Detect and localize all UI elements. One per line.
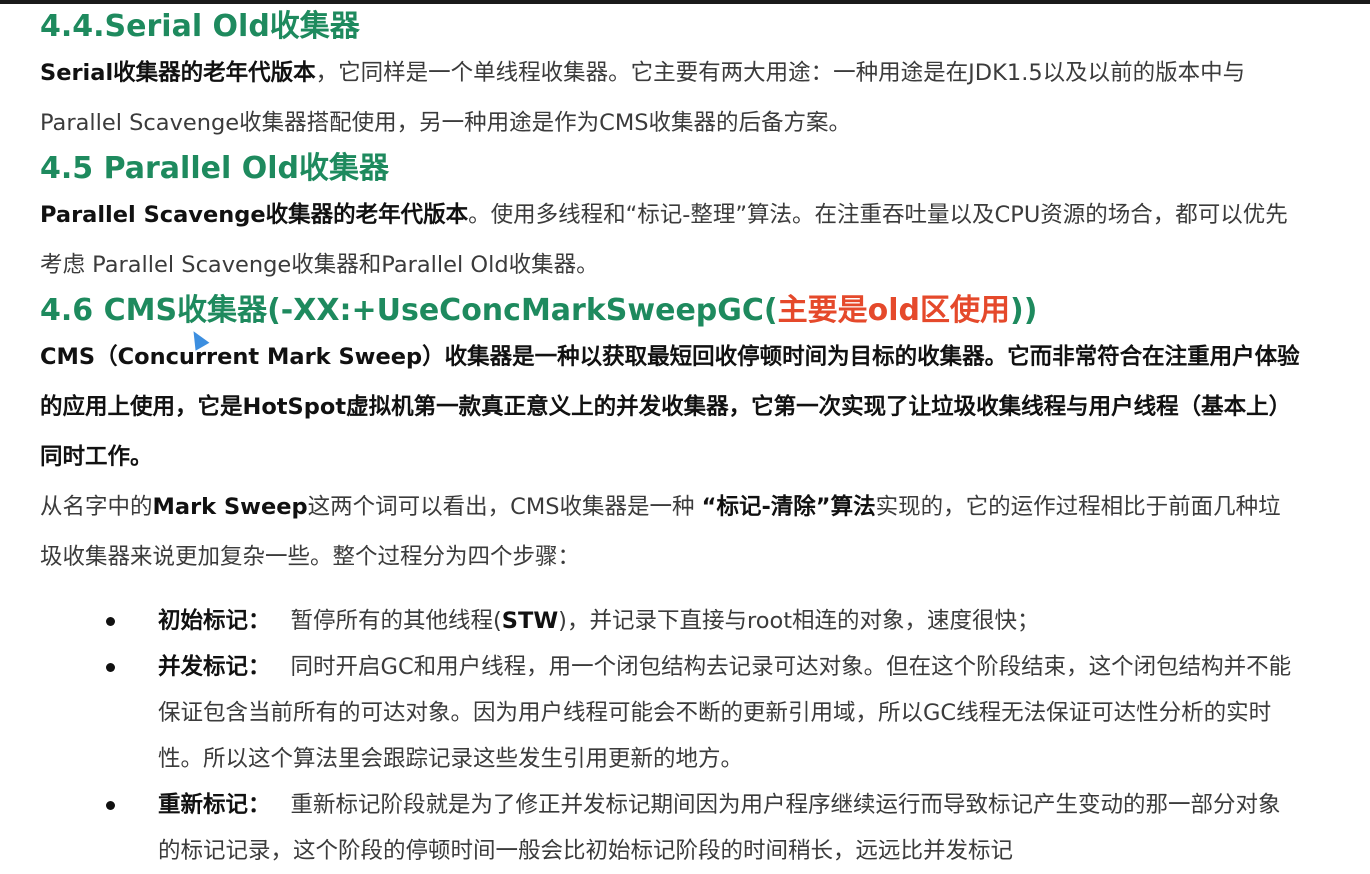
- section-heading-cms: 4.6 CMS收集器(-XX:+UseConcMarkSweepGC(主要是ol…: [40, 290, 1300, 332]
- section-heading-parallel-old: 4.5 Parallel Old收集器: [40, 151, 389, 186]
- bullet-icon: [106, 801, 115, 810]
- paragraph-parallel-old: Parallel Scavenge收集器的老年代版本。使用多线程和“标记-整理”…: [40, 190, 1300, 290]
- list-item: 初始标记： 暂停所有的其他线程(STW)，并记录下直接与root相连的对象，速度很…: [40, 598, 1300, 644]
- steps-list: 初始标记： 暂停所有的其他线程(STW)，并记录下直接与root相连的对象，速度很…: [40, 598, 1300, 874]
- paragraph-serial-old: Serial收集器的老年代版本，它同样是一个单线程收集器。它主要有两大用途：一种…: [40, 48, 1300, 148]
- list-item: 并发标记： 同时开启GC和用户线程，用一个闭包结构去记录可达对象。但在这个阶段结束…: [40, 644, 1300, 782]
- step-text: )，并记录下直接与root相连的对象，速度很快；: [558, 608, 1040, 634]
- intro-text: 从名字中的: [40, 494, 153, 520]
- step-term: 重新标记：: [158, 792, 271, 818]
- section-heading-serial-old: 4.4.Serial Old收集器: [40, 9, 360, 44]
- paragraph-cms-intro: 从名字中的Mark Sweep这两个词可以看出，CMS收集器是一种 “标记-清除…: [40, 482, 1300, 582]
- document-body: 4.4.Serial Old收集器 Serial收集器的老年代版本，它同样是一个…: [40, 6, 1300, 874]
- paragraph-lead-bold: Serial收集器的老年代版本: [40, 60, 316, 86]
- step-term: 初始标记：: [158, 608, 271, 634]
- step-text: 同时开启GC和用户线程，用一个闭包结构去记录可达对象。但在这个阶段结束，这个闭包…: [158, 654, 1292, 772]
- list-item: 重新标记： 重新标记阶段就是为了修正并发标记期间因为用户程序继续运行而导致标记产生…: [40, 782, 1300, 874]
- paragraph-lead-bold: Parallel Scavenge收集器的老年代版本: [40, 202, 469, 228]
- intro-bold: Mark Sweep: [152, 494, 308, 520]
- intro-text: 这两个词可以看出，CMS收集器是一种: [307, 494, 702, 520]
- heading-main-text: 4.6 CMS收集器(-XX:+UseConcMarkSweepGC(: [40, 293, 778, 328]
- intro-bold: “标记-清除”算法: [701, 494, 876, 520]
- bullet-icon: [106, 663, 115, 672]
- top-border: [0, 0, 1370, 4]
- paragraph-cms-bold: CMS（Concurrent Mark Sweep）收集器是一种以获取最短回收停…: [40, 344, 1300, 470]
- step-text: 暂停所有的其他线程(: [290, 608, 502, 634]
- step-text-bold: STW: [501, 608, 559, 634]
- step-text: 重新标记阶段就是为了修正并发标记期间因为用户程序继续运行而导致标记产生变动的那一…: [158, 792, 1281, 864]
- bullet-icon: [106, 617, 115, 626]
- heading-end-text: )): [1010, 293, 1038, 328]
- step-term: 并发标记：: [158, 654, 271, 680]
- heading-highlight-text: 主要是old区使用: [777, 293, 1011, 328]
